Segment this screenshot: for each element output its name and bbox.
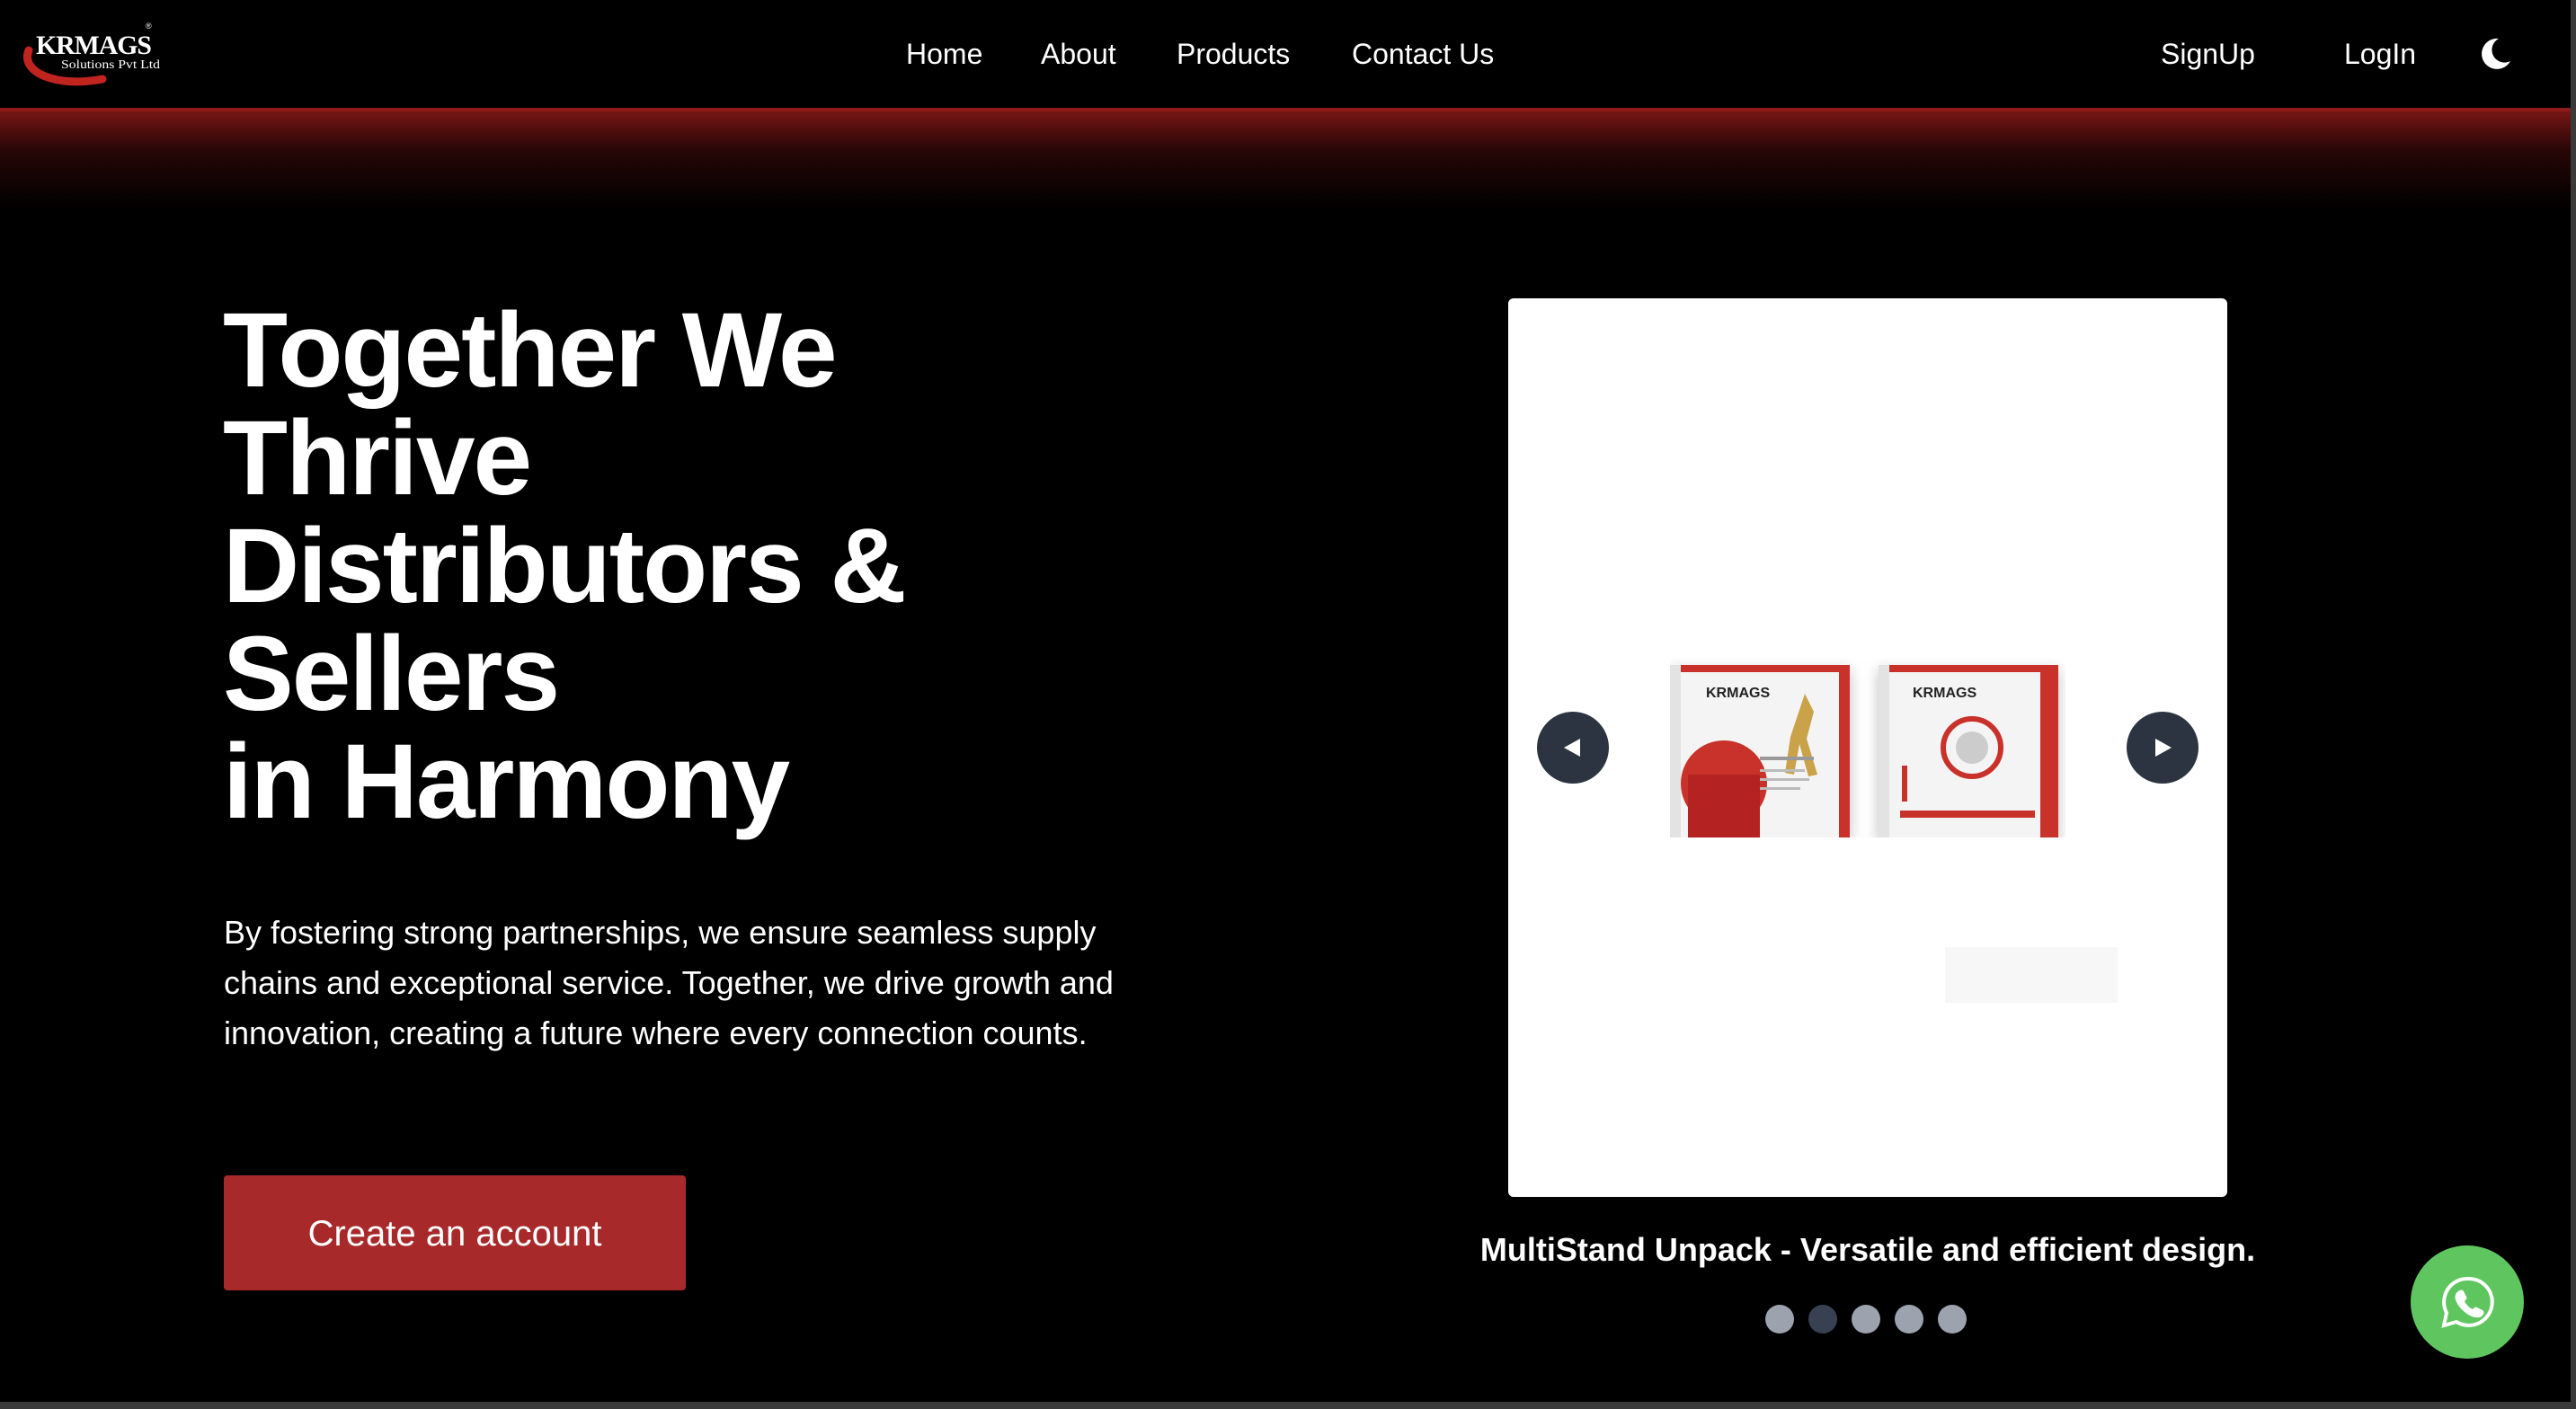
theme-toggle-button[interactable] — [2475, 34, 2515, 74]
hero-title-line: Sellers — [223, 615, 560, 733]
whatsapp-icon — [2441, 1276, 2494, 1328]
moon-icon — [2482, 38, 2510, 69]
hero-title-line: Together We — [223, 291, 838, 410]
carousel-dot[interactable] — [1808, 1305, 1837, 1334]
hero-title: Together We Thrive Distributors & Seller… — [223, 297, 1212, 836]
triangle-left-icon — [1564, 739, 1580, 757]
hero-title-line: Distributors & — [223, 507, 907, 625]
nav-contact-link[interactable]: Contact Us — [1352, 34, 1494, 74]
box-brand-label: KRMAGS — [1706, 686, 1770, 701]
create-account-button[interactable]: Create an account — [224, 1175, 686, 1290]
nav-links: Home About Products Contact Us SignUp Lo… — [0, 0, 2571, 111]
box-brand-label: KRMAGS — [1913, 686, 1976, 701]
carousel-slide: KRMAGS KRMAGS — [1508, 298, 2227, 1197]
page: KRMAGS Solutions Pvt Ltd ® Home About Pr… — [0, 0, 2576, 1409]
signup-link[interactable]: SignUp — [2161, 34, 2255, 74]
carousel-dot[interactable] — [1765, 1305, 1794, 1334]
caption-placeholder — [1945, 947, 2118, 1003]
nav-about-link[interactable]: About — [1041, 34, 1116, 74]
carousel-dot[interactable] — [1938, 1305, 1967, 1334]
nav-products-link[interactable]: Products — [1177, 34, 1290, 74]
carousel-prev-button[interactable] — [1537, 712, 1609, 784]
carousel-indicators — [1765, 1305, 1967, 1334]
triangle-right-icon — [2155, 739, 2172, 757]
product-image: KRMAGS KRMAGS — [1670, 665, 2058, 837]
navbar: KRMAGS Solutions Pvt Ltd ® Home About Pr… — [0, 0, 2571, 111]
hero-title-line: Thrive — [223, 399, 532, 518]
carousel-dot[interactable] — [1895, 1305, 1923, 1334]
login-link[interactable]: LogIn — [2344, 34, 2416, 74]
navbar-glow — [0, 111, 2571, 210]
carousel-next-button[interactable] — [2127, 712, 2198, 784]
hero-title-line: in Harmony — [223, 722, 790, 841]
carousel-dot[interactable] — [1852, 1305, 1880, 1334]
nav-home-link[interactable]: Home — [906, 34, 982, 74]
hero-description: By fostering strong partnerships, we ens… — [224, 914, 1114, 1051]
whatsapp-button[interactable] — [2411, 1245, 2524, 1359]
carousel-caption: MultiStand Unpack - Versatile and effici… — [1479, 1231, 2256, 1268]
